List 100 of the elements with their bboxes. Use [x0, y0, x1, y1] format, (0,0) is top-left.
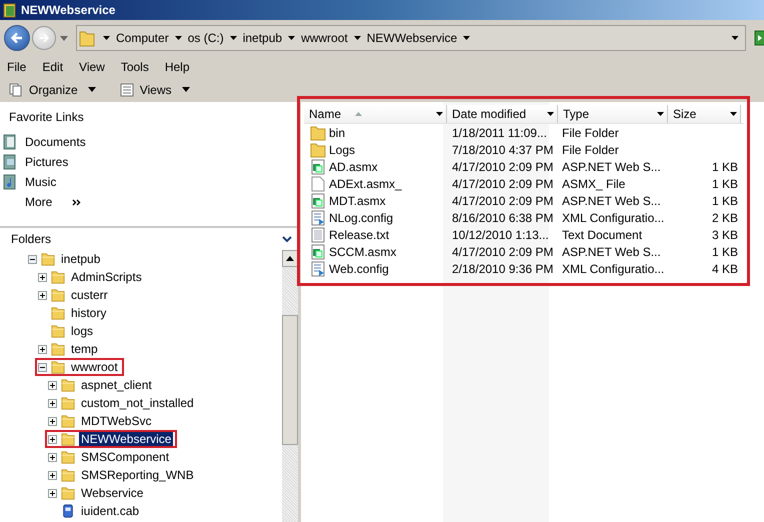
dropdown-icon[interactable] — [657, 112, 664, 116]
caret-icon — [88, 87, 96, 92]
breadcrumb-item[interactable]: os (C:) — [188, 31, 224, 45]
table-cell: 3 KB — [712, 228, 738, 242]
file-name[interactable]: Web.config — [329, 262, 389, 276]
folder-icon — [51, 306, 65, 320]
table-cell: 1 KB — [712, 160, 738, 174]
folder-icon — [79, 29, 95, 47]
column-header[interactable]: Date modified — [447, 105, 558, 123]
folder-tree-item[interactable]: NEWWebservice — [79, 432, 174, 446]
chevron-icon[interactable] — [72, 198, 82, 206]
expand-icon[interactable] — [48, 488, 57, 498]
caret-icon — [182, 87, 190, 92]
caret-icon[interactable] — [463, 36, 470, 40]
expand-icon[interactable] — [48, 398, 57, 408]
table-cell-text: 8/16/2010 6:38 PM — [451, 210, 554, 224]
folder-tree-item[interactable]: logs — [69, 324, 96, 338]
scrollbar[interactable] — [282, 250, 298, 522]
folder-tree-item[interactable]: custerr — [69, 288, 110, 302]
views-button[interactable]: Views — [116, 80, 192, 98]
menu-item[interactable]: Edit — [42, 60, 64, 74]
menu-item[interactable]: File — [7, 60, 26, 74]
right-arrow-icon — [38, 32, 50, 44]
folder-tree-item[interactable]: temp — [69, 342, 100, 356]
table-cell: 1 KB — [712, 244, 738, 258]
forward-button[interactable] — [32, 26, 56, 50]
column-header[interactable]: Name — [304, 105, 447, 123]
column-header[interactable]: Type — [558, 105, 668, 123]
organize-button[interactable]: Organize — [6, 80, 99, 98]
favorite-link[interactable]: Documents — [25, 135, 86, 149]
menu-item[interactable]: View — [79, 60, 105, 74]
favorite-link[interactable]: More — [25, 195, 52, 209]
caret-icon[interactable] — [174, 36, 182, 40]
chevron-icon[interactable] — [282, 236, 292, 242]
folder-tree-item[interactable]: SMSReporting_WNB — [79, 468, 196, 482]
dropdown-icon[interactable] — [731, 36, 739, 40]
section-title: Folders — [11, 232, 52, 246]
music-note-icon — [3, 174, 17, 190]
section-title: Favorite Links — [8, 110, 85, 126]
folder-icon — [61, 396, 75, 410]
folder-tree-item[interactable]: history — [69, 306, 108, 320]
folder-icon — [51, 360, 65, 374]
collapse-icon[interactable] — [28, 254, 37, 264]
table-cell-text: ASMX_ File — [561, 176, 626, 190]
picture-icon — [3, 154, 17, 170]
expand-icon[interactable] — [38, 290, 47, 300]
table-cell-text: 4/17/2010 2:09 PM — [451, 176, 554, 190]
expand-icon[interactable] — [48, 434, 57, 444]
folder-tree-item[interactable]: custom_not_installed — [79, 396, 196, 410]
folder-tree-item[interactable]: Webservice — [79, 486, 146, 500]
expand-icon[interactable] — [38, 344, 47, 354]
folder-tree-item[interactable]: iuident.cab — [79, 504, 142, 518]
list-view-icon — [120, 82, 134, 96]
file-name[interactable]: SCCM.asmx — [329, 244, 396, 258]
expand-icon[interactable] — [48, 380, 57, 390]
file-name[interactable]: ADExt.asmx_ — [329, 176, 402, 190]
breadcrumb-item[interactable]: Computer — [116, 31, 169, 45]
caret-icon[interactable] — [288, 36, 296, 40]
folder-tree-item[interactable]: SMSComponent — [79, 450, 172, 464]
folder-tree-item[interactable]: wwwroot — [69, 360, 120, 374]
table-cell-text: 4/17/2010 2:09 PM — [451, 194, 554, 208]
favorite-link[interactable]: Pictures — [25, 155, 68, 169]
file-name[interactable]: Release.txt — [329, 228, 390, 242]
expand-icon[interactable] — [48, 452, 57, 462]
breadcrumb-item[interactable]: inetpub — [242, 31, 282, 45]
menu-item[interactable]: Help — [164, 60, 190, 74]
expand-icon[interactable] — [38, 272, 47, 282]
caret-icon[interactable] — [354, 36, 361, 40]
file-name[interactable]: Logs — [329, 142, 356, 156]
back-button[interactable] — [4, 25, 30, 51]
table-cell: 4 KB — [712, 262, 738, 276]
config-file-icon — [310, 210, 326, 226]
folder-icon — [3, 2, 17, 18]
breadcrumb-item[interactable]: NEWWebservice — [366, 31, 458, 45]
column-header[interactable]: Size — [668, 105, 741, 123]
expand-icon[interactable] — [48, 470, 57, 480]
file-name[interactable]: MDT.asmx — [329, 194, 386, 208]
expand-icon[interactable] — [48, 416, 57, 426]
folder-tree-item[interactable]: inetpub — [59, 252, 102, 266]
caret-icon[interactable] — [230, 36, 237, 40]
table-cell-text: 2/18/2010 9:36 PM — [451, 262, 554, 276]
breadcrumb-item[interactable]: wwwroot — [301, 31, 348, 45]
menu-item[interactable]: Tools — [120, 60, 149, 74]
folder-tree-item[interactable]: MDTWebSvc — [79, 414, 154, 428]
collapse-icon[interactable] — [38, 362, 47, 372]
dropdown-icon[interactable] — [547, 112, 554, 116]
folder-icon — [61, 450, 75, 464]
folder-tree-item[interactable]: aspnet_client — [79, 378, 154, 392]
address-bar[interactable]: Computer os (C:) inetpub wwwroot NEWWebservice — [76, 25, 746, 51]
folder-icon — [61, 486, 75, 500]
web-service-file-icon — [310, 244, 326, 260]
file-name[interactable]: NLog.config — [329, 210, 394, 224]
file-name[interactable]: bin — [329, 126, 346, 140]
dropdown-icon[interactable] — [730, 112, 737, 116]
dropdown-icon[interactable] — [436, 112, 443, 116]
folder-tree-item[interactable]: AdminScripts — [69, 270, 144, 284]
file-name[interactable]: AD.asmx — [329, 160, 378, 174]
caret-icon[interactable] — [103, 36, 110, 40]
favorite-link[interactable]: Music — [25, 175, 56, 189]
up-arrow-icon[interactable] — [286, 256, 294, 261]
